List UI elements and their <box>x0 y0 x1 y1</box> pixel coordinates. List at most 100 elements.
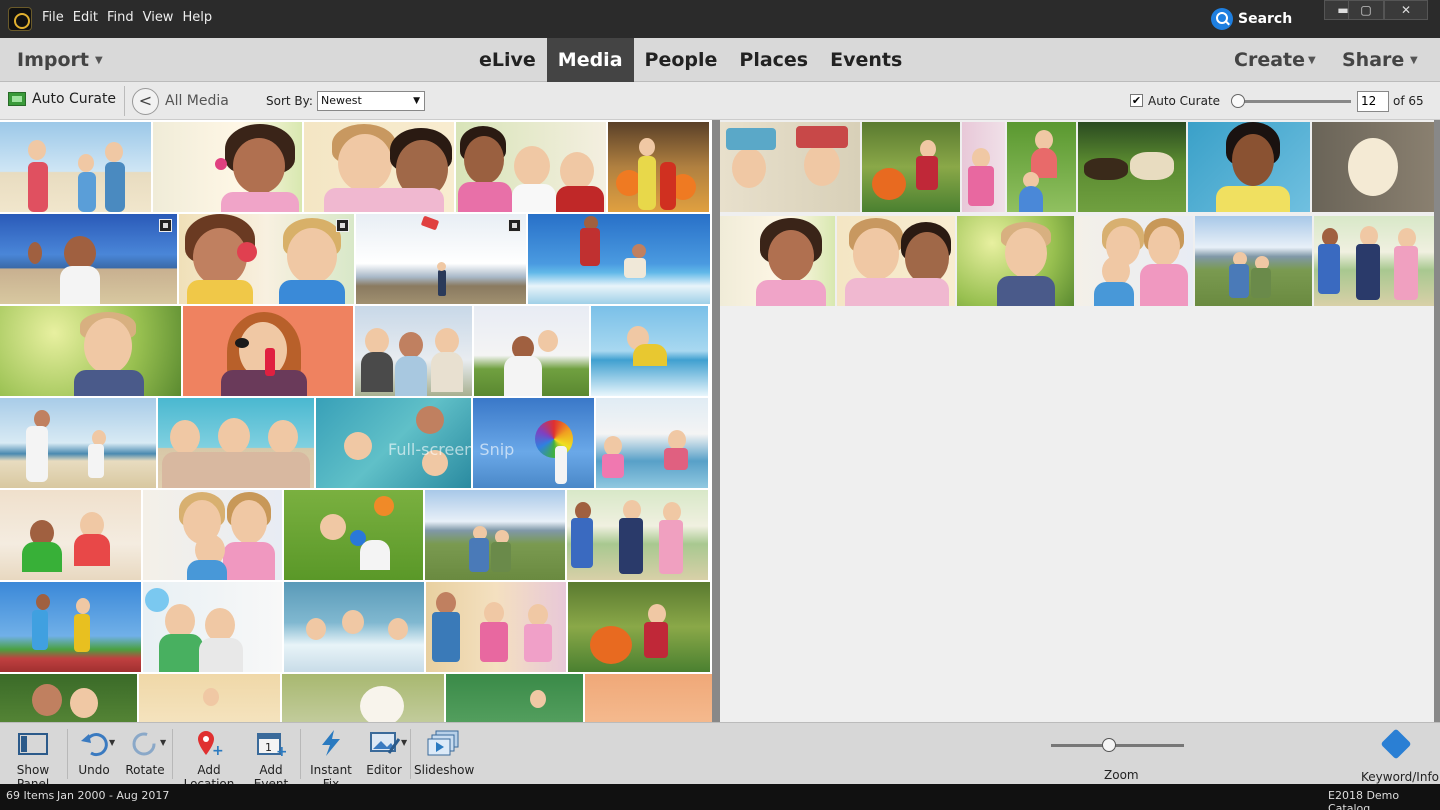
photo-thumbnail[interactable] <box>158 398 314 488</box>
photo-thumbnail[interactable] <box>837 216 955 306</box>
share-button[interactable]: Share <box>1342 49 1404 71</box>
curate-slider-handle[interactable] <box>1231 94 1245 108</box>
menu-edit[interactable]: Edit <box>73 10 98 25</box>
add-location-button[interactable]: + Add Location <box>176 729 242 791</box>
zoom-label: Zoom <box>1104 768 1139 782</box>
keyword-info-button[interactable]: Keyword/Info <box>1361 728 1439 784</box>
catalog-name[interactable]: E2018 Demo Catalog <box>1328 789 1440 810</box>
slideshow-label: Slideshow <box>414 763 475 777</box>
close-button[interactable]: ✕ <box>1384 0 1428 20</box>
curate-slider-track[interactable] <box>1236 100 1351 103</box>
photo-thumbnail[interactable] <box>0 306 181 396</box>
zoom-slider-track[interactable] <box>1051 744 1184 747</box>
photo-thumbnail[interactable] <box>568 582 710 672</box>
tab-people[interactable]: People <box>634 38 729 82</box>
photo-thumbnail[interactable] <box>1188 122 1310 212</box>
photo-thumbnail[interactable] <box>0 122 151 212</box>
tab-events[interactable]: Events <box>819 38 913 82</box>
maximize-button[interactable]: ▢ <box>1348 0 1384 20</box>
menu-find[interactable]: Find <box>107 10 134 25</box>
share-caret-icon[interactable]: ▼ <box>1410 55 1418 66</box>
photo-thumbnail[interactable] <box>282 674 444 722</box>
photo-thumbnail[interactable] <box>426 582 566 672</box>
auto-curate-results <box>720 120 1435 722</box>
divider <box>172 729 173 779</box>
svg-text:▼: ▼ <box>109 738 115 747</box>
photo-thumbnail[interactable] <box>585 674 712 722</box>
photo-thumbnail[interactable] <box>608 122 709 212</box>
curate-count-input[interactable]: 12 <box>1357 91 1389 112</box>
auto-curate-toggle[interactable]: Auto Curate <box>8 91 116 107</box>
photo-thumbnail[interactable] <box>567 490 708 580</box>
photo-thumbnail[interactable] <box>284 490 423 580</box>
photo-thumbnail[interactable] <box>143 490 282 580</box>
photo-thumbnail[interactable] <box>0 582 141 672</box>
video-thumbnail[interactable] <box>356 214 526 304</box>
photo-thumbnail[interactable] <box>183 306 353 396</box>
sort-by-select[interactable]: Newest ▼ <box>317 91 425 111</box>
panel-icon <box>18 729 48 757</box>
photo-thumbnail[interactable] <box>446 674 583 722</box>
app-logo-icon <box>8 7 32 31</box>
sort-by-value: Newest <box>321 94 362 107</box>
search-button[interactable]: Search <box>1211 7 1292 31</box>
menu-view[interactable]: View <box>143 10 174 25</box>
photo-thumbnail[interactable] <box>596 398 708 488</box>
menu-help[interactable]: Help <box>182 10 212 25</box>
divider <box>124 86 125 116</box>
photo-thumbnail[interactable] <box>456 122 606 212</box>
photo-thumbnail[interactable] <box>139 674 280 722</box>
photo-thumbnail[interactable] <box>957 216 1074 306</box>
back-button[interactable]: < <box>132 88 159 115</box>
add-event-button[interactable]: 1+ Add Event <box>244 729 298 791</box>
menu-file[interactable]: File <box>42 10 64 25</box>
auto-curate-icon <box>8 92 26 106</box>
editor-button[interactable]: ▼ Editor <box>364 729 408 777</box>
photo-thumbnail[interactable] <box>1078 122 1186 212</box>
create-caret-icon[interactable]: ▼ <box>1308 55 1316 66</box>
photo-thumbnail[interactable] <box>528 214 710 304</box>
photo-thumbnail[interactable] <box>304 122 454 212</box>
rotate-button[interactable]: ▼ Rotate <box>122 729 168 777</box>
photo-thumbnail[interactable] <box>0 398 156 488</box>
tab-places[interactable]: Places <box>728 38 819 82</box>
create-button[interactable]: Create <box>1234 49 1305 71</box>
undo-button[interactable]: ▼ Undo <box>72 729 116 777</box>
import-button[interactable]: Import <box>17 49 89 71</box>
photo-thumbnail[interactable] <box>591 306 708 396</box>
import-caret-icon[interactable]: ▼ <box>95 55 103 66</box>
photo-organizer-window: File Edit Find View Help Search ▬ ▢ ✕ Im… <box>0 0 1440 810</box>
zoom-slider-handle[interactable] <box>1102 738 1116 752</box>
pane-splitter[interactable] <box>712 120 720 722</box>
media-toolbar: Auto Curate < All Media Sort By: Newest … <box>0 82 1440 120</box>
photo-thumbnail[interactable] <box>284 582 424 672</box>
show-panel-button[interactable]: Show Panel <box>3 729 63 791</box>
tab-media[interactable]: Media <box>546 38 634 82</box>
photo-thumbnail[interactable] <box>355 306 472 396</box>
photo-thumbnail[interactable] <box>1076 216 1193 306</box>
instant-fix-button[interactable]: Instant Fix <box>304 729 358 791</box>
photo-thumbnail[interactable] <box>153 122 302 212</box>
video-thumbnail[interactable] <box>179 214 354 304</box>
auto-curate-checkbox[interactable]: ✔ <box>1130 94 1143 107</box>
photo-thumbnail[interactable] <box>1007 122 1076 212</box>
photo-thumbnail[interactable] <box>1314 216 1434 306</box>
photo-thumbnail[interactable] <box>962 122 1005 212</box>
photo-thumbnail[interactable] <box>0 674 137 722</box>
photo-thumbnail[interactable] <box>862 122 960 212</box>
photo-thumbnail[interactable] <box>425 490 565 580</box>
view-tabs: eLive Media People Places Events <box>468 38 913 82</box>
scrollbar[interactable] <box>1434 120 1440 722</box>
curate-total: of 65 <box>1393 94 1424 108</box>
photo-thumbnail[interactable] <box>720 122 860 212</box>
video-thumbnail[interactable] <box>0 214 177 304</box>
photo-thumbnail[interactable] <box>1195 216 1312 306</box>
tab-elive[interactable]: eLive <box>468 38 547 82</box>
photo-thumbnail[interactable] <box>720 216 835 306</box>
photo-thumbnail[interactable] <box>1312 122 1435 212</box>
slideshow-button[interactable]: Slideshow <box>414 729 474 777</box>
photo-thumbnail[interactable] <box>474 306 589 396</box>
photo-thumbnail[interactable] <box>143 582 282 672</box>
photo-thumbnail[interactable] <box>0 490 141 580</box>
map-pin-icon: + <box>194 729 224 759</box>
